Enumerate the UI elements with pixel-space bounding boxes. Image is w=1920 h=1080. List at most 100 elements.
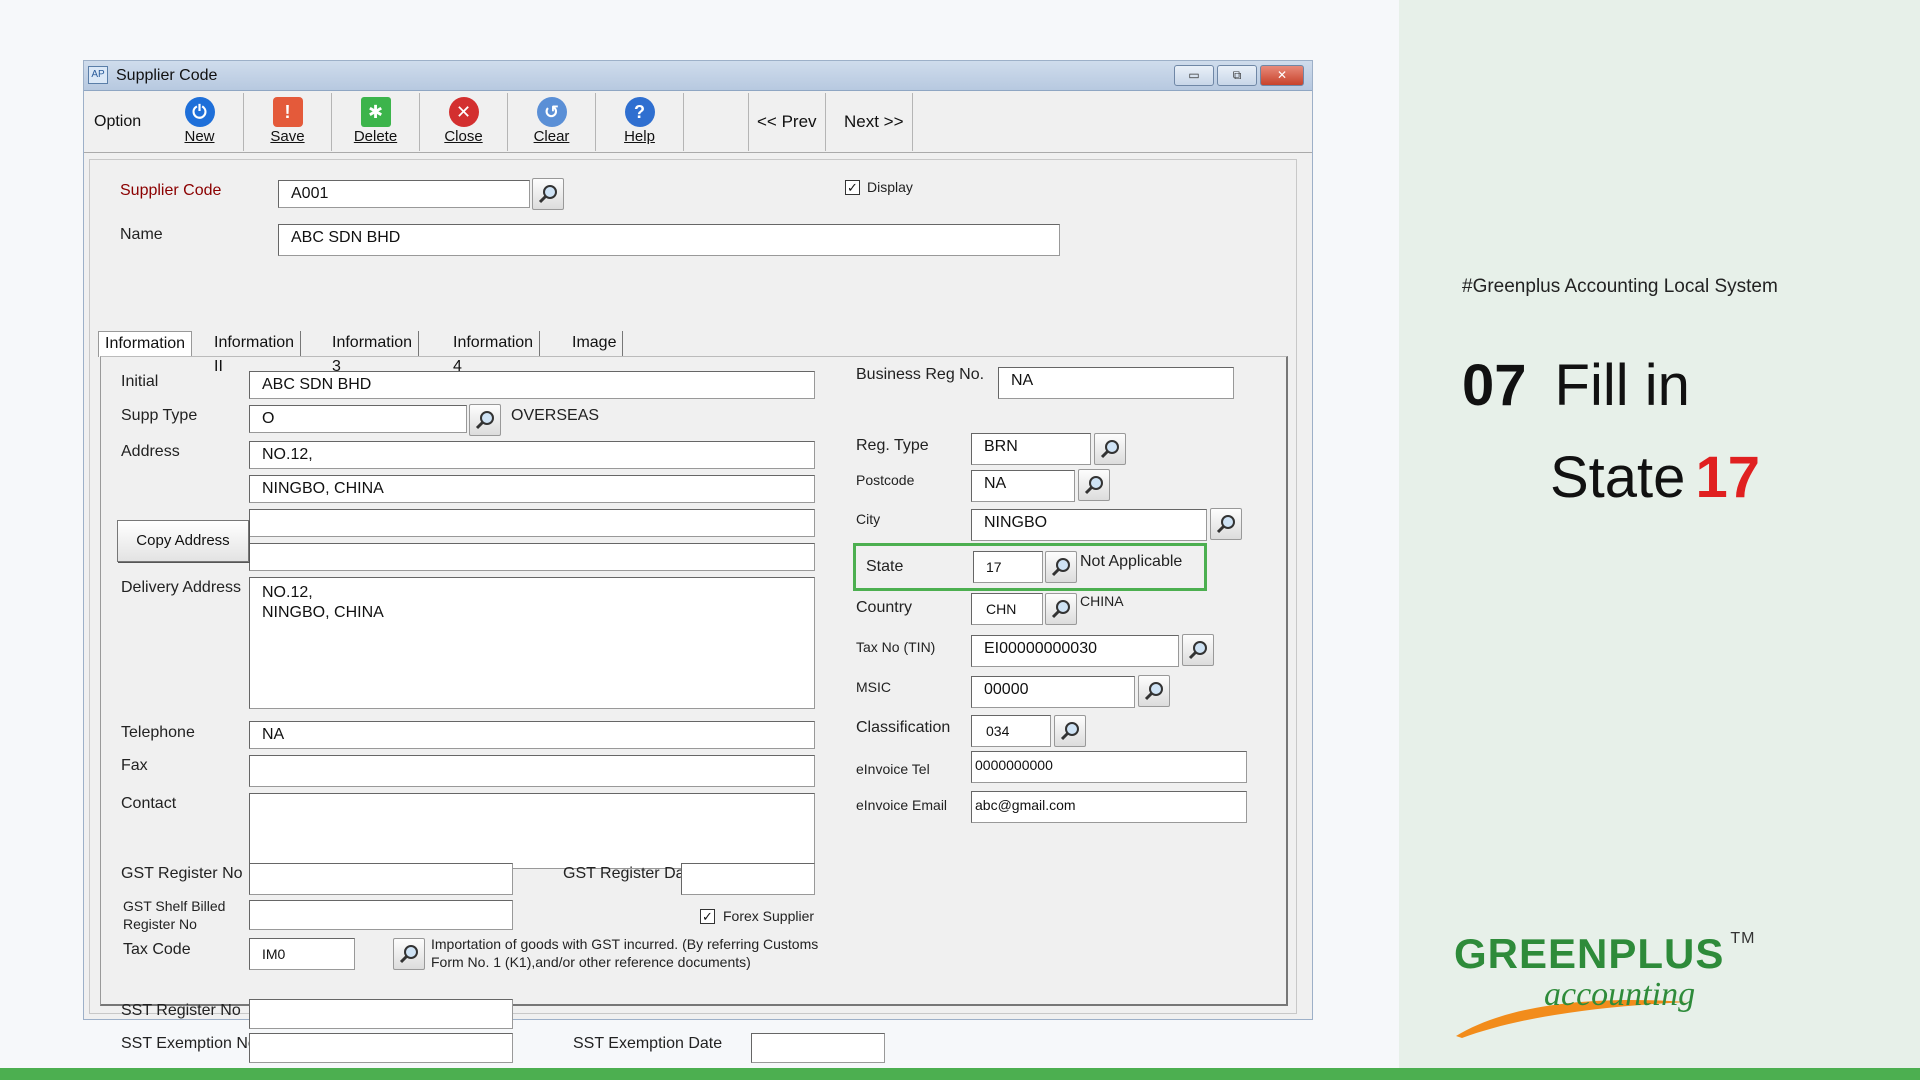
business-reg-input[interactable]: NA	[998, 367, 1234, 399]
tax-code-lookup-button[interactable]	[393, 938, 425, 970]
sst-exemption-date-input[interactable]	[751, 1033, 885, 1063]
delete-icon: ✱	[360, 97, 391, 127]
minimize-button[interactable]: ▭	[1174, 65, 1214, 86]
state-input[interactable]: 17	[973, 551, 1043, 583]
prev-button[interactable]: << Prev	[748, 93, 826, 151]
classification-lookup-button[interactable]	[1054, 715, 1086, 747]
business-reg-label: Business Reg No.	[856, 366, 985, 383]
slide-tagline: #Greenplus Accounting Local System	[1462, 276, 1778, 297]
clear-button[interactable]: ↺ Clear	[508, 93, 596, 151]
search-icon	[1100, 440, 1119, 459]
country-lookup-button[interactable]	[1045, 593, 1077, 625]
country-input[interactable]: CHN	[971, 593, 1043, 625]
gst-shelf-label-2: Register No	[123, 916, 197, 932]
title-bar[interactable]: AP Supplier Code ▭ ⧉ ✕	[84, 61, 1312, 91]
reg-type-lookup-button[interactable]	[1094, 433, 1126, 465]
gst-shelf-label-1: GST Shelf Billed	[123, 898, 226, 914]
step-value: 17	[1695, 445, 1760, 510]
city-input[interactable]: NINGBO	[971, 509, 1207, 541]
search-icon	[538, 185, 557, 204]
logo-main-text: GREENPLUS TM	[1454, 930, 1756, 977]
step-line2: State	[1550, 445, 1686, 510]
delivery-address-label: Delivery Address	[121, 579, 242, 596]
tax-code-desc-2: Form No. 1 (K1),and/or other reference d…	[431, 954, 751, 970]
msic-lookup-button[interactable]	[1138, 675, 1170, 707]
tax-no-label: Tax No (TIN)	[856, 639, 936, 655]
classification-input[interactable]: 034	[971, 715, 1051, 747]
telephone-input[interactable]: NA	[249, 721, 815, 749]
maximize-button[interactable]: ⧉	[1217, 65, 1257, 86]
state-lookup-button[interactable]	[1045, 551, 1077, 583]
option-menu[interactable]: Option	[94, 113, 141, 131]
tax-code-label: Tax Code	[123, 941, 191, 958]
msic-input[interactable]: 00000	[971, 676, 1135, 708]
einvoice-email-input[interactable]: abc@gmail.com	[971, 791, 1247, 823]
postcode-lookup-button[interactable]	[1078, 469, 1110, 501]
sst-exemption-date-label: SST Exemption Date	[573, 1035, 723, 1052]
tax-no-input[interactable]: EI00000000030	[971, 635, 1179, 667]
search-icon	[1060, 722, 1079, 741]
supp-type-input[interactable]: O	[249, 405, 467, 433]
delivery-address-textarea[interactable]: NO.12, NINGBO, CHINA	[249, 577, 815, 709]
search-icon	[1051, 600, 1070, 619]
sst-exemption-no-input[interactable]	[249, 1033, 513, 1063]
city-label: City	[856, 511, 881, 527]
sst-register-no-label: SST Register No	[121, 1002, 241, 1019]
bottom-accent-bar	[0, 1068, 1920, 1080]
supplier-code-input[interactable]: A001	[278, 180, 530, 208]
greenplus-logo: GREENPLUS TM accounting	[1452, 930, 1756, 1040]
save-button[interactable]: ! Save	[244, 93, 332, 151]
msic-label: MSIC	[856, 679, 891, 695]
next-button[interactable]: Next >>	[836, 93, 913, 151]
tab-information-3[interactable]: Information 3	[326, 331, 420, 375]
fax-input[interactable]	[249, 755, 815, 787]
delete-button[interactable]: ✱ Delete	[332, 93, 420, 151]
tab-information-4[interactable]: Information 4	[447, 331, 541, 375]
address-line2-input[interactable]: NINGBO, CHINA	[249, 475, 815, 503]
search-icon	[1188, 641, 1207, 660]
supp-type-label: Supp Type	[121, 407, 198, 424]
contact-textarea[interactable]	[249, 793, 815, 869]
address-line1-input[interactable]: NO.12,	[249, 441, 815, 469]
gst-register-no-label: GST Register No	[121, 865, 243, 882]
close-button[interactable]: ✕ Close	[420, 93, 508, 151]
close-icon: ✕	[448, 97, 479, 127]
sst-register-no-input[interactable]	[249, 999, 513, 1029]
contact-label: Contact	[121, 795, 177, 812]
tab-information-ii[interactable]: Information II	[208, 331, 302, 375]
search-icon	[1144, 682, 1163, 701]
einvoice-tel-input[interactable]: 0000000000	[971, 751, 1247, 783]
close-window-button[interactable]: ✕	[1260, 65, 1304, 86]
gst-register-no-input[interactable]	[249, 863, 513, 895]
supp-type-lookup-button[interactable]	[469, 404, 501, 436]
country-desc: CHINA	[1080, 593, 1124, 609]
help-icon: ?	[624, 97, 655, 127]
information-panel: Initial ABC SDN BHD Supp Type O OVERSEAS…	[100, 356, 1288, 1063]
name-input[interactable]: ABC SDN BHD	[278, 224, 1060, 256]
reg-type-input[interactable]: BRN	[971, 433, 1091, 465]
tab-image[interactable]: Image	[566, 331, 624, 357]
postcode-input[interactable]: NA	[971, 470, 1075, 502]
new-button[interactable]: ⏻ New	[156, 93, 244, 151]
supplier-code-lookup-button[interactable]	[532, 178, 564, 210]
supplier-form: Supplier Code A001 ✓ Display Name ABC SD…	[89, 159, 1297, 1063]
step-text: Fill in	[1554, 353, 1690, 418]
logo-sub-text: accounting	[1544, 976, 1696, 1013]
search-icon	[1216, 515, 1235, 534]
initial-input[interactable]: ABC SDN BHD	[249, 371, 815, 399]
copy-address-button[interactable]: Copy Address	[117, 520, 249, 562]
tax-code-input[interactable]: IM0	[249, 938, 355, 970]
reg-type-label: Reg. Type	[856, 437, 929, 454]
display-checkbox[interactable]: ✓	[845, 180, 860, 195]
gst-register-date-input[interactable]	[681, 863, 815, 895]
gst-shelf-billed-input[interactable]	[249, 900, 513, 930]
tab-information[interactable]: Information	[98, 331, 193, 357]
forex-supplier-checkbox[interactable]: ✓	[700, 909, 715, 924]
city-lookup-button[interactable]	[1210, 508, 1242, 540]
logo-tm: TM	[1730, 930, 1756, 947]
country-label: Country	[856, 599, 913, 616]
address-line3-input[interactable]	[249, 509, 815, 537]
address-line4-input[interactable]	[249, 543, 815, 571]
tax-no-lookup-button[interactable]	[1182, 634, 1214, 666]
help-button[interactable]: ? Help	[596, 93, 684, 151]
